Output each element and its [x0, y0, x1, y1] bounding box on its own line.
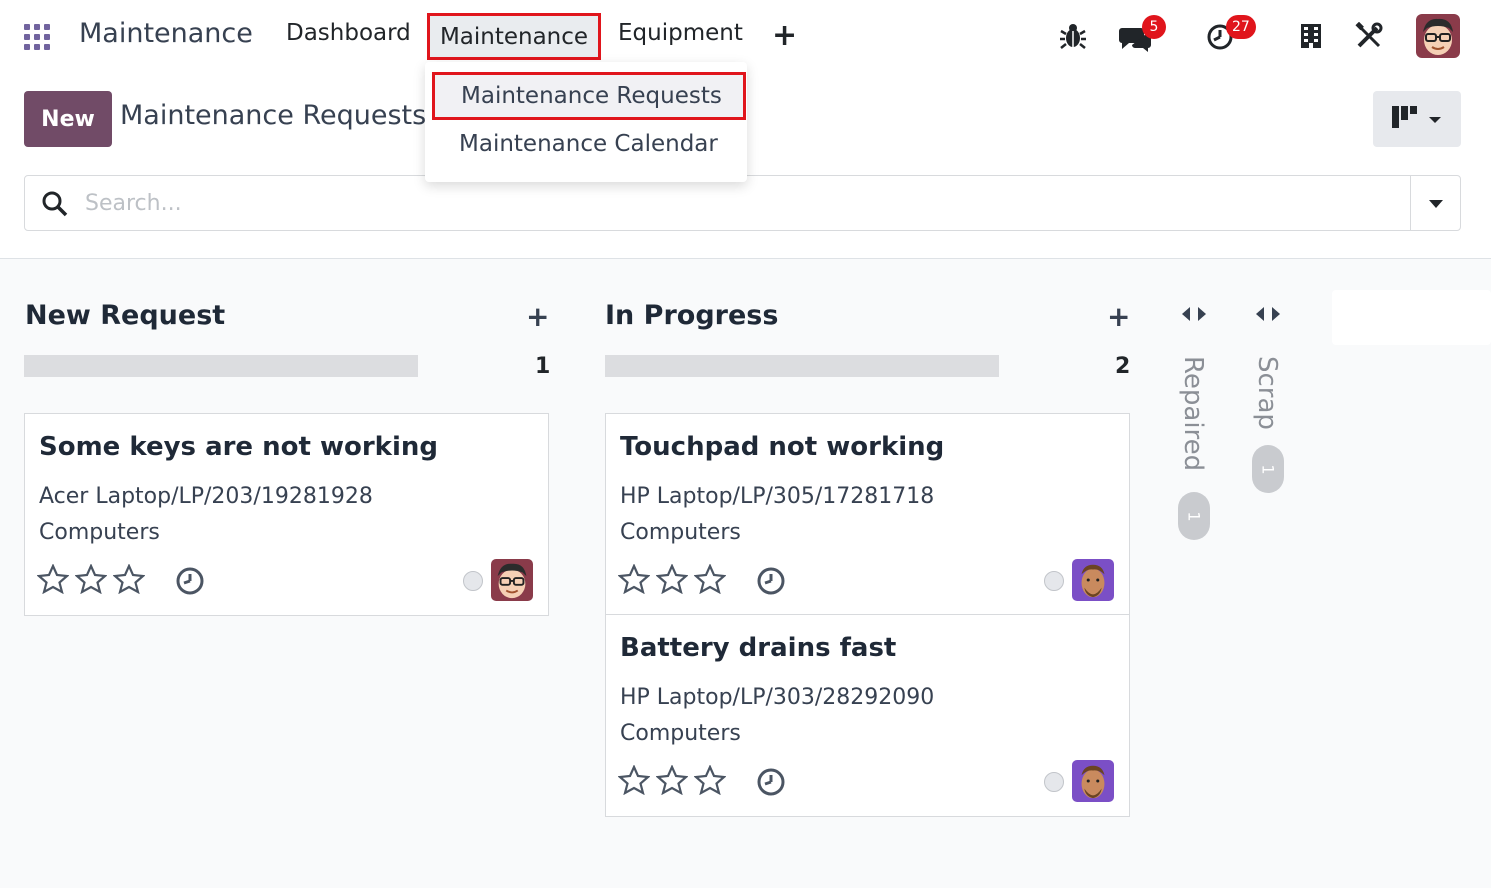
column-add-in-progress[interactable]: + [1107, 300, 1130, 333]
folded-column-count: 1 [1178, 492, 1210, 540]
assignee-avatar[interactable] [491, 559, 533, 601]
column-add-new-request[interactable]: + [526, 300, 549, 333]
activity-clock-icon[interactable] [756, 566, 786, 600]
activity-clock-icon[interactable] [756, 767, 786, 801]
column-progress-bar[interactable] [605, 355, 999, 377]
tools-icon[interactable] [1355, 21, 1383, 54]
card-category: Computers [39, 520, 160, 545]
card-title: Some keys are not working [39, 432, 439, 462]
kanban-view-switch[interactable] [1373, 91, 1461, 147]
card-title: Touchpad not working [620, 432, 945, 462]
status-indicator[interactable] [1044, 571, 1064, 591]
assignee-avatar[interactable] [1072, 760, 1114, 802]
dropdown-item-maintenance-calendar[interactable]: Maintenance Calendar [425, 120, 747, 168]
status-indicator[interactable] [1044, 772, 1064, 792]
apps-grid-icon[interactable] [24, 24, 50, 50]
top-navbar: Maintenance Dashboard Maintenance Equipm… [0, 0, 1491, 72]
app-brand[interactable]: Maintenance [79, 18, 253, 49]
user-avatar[interactable] [1416, 14, 1460, 58]
new-button[interactable]: New [24, 91, 112, 147]
column-title-in-progress[interactable]: In Progress [605, 300, 778, 331]
priority-stars [618, 765, 726, 795]
menu-dashboard[interactable]: Dashboard [286, 20, 411, 46]
column-count: 1 [535, 354, 551, 379]
maintenance-dropdown-menu: Maintenance Requests Maintenance Calenda… [425, 62, 747, 182]
priority-stars [618, 564, 726, 594]
kanban-card[interactable]: Touchpad not working HP Laptop/LP/305/17… [605, 413, 1130, 616]
search-icon [41, 190, 69, 222]
search-bar [24, 175, 1461, 231]
star-icon[interactable] [694, 564, 726, 594]
folded-column-count: 1 [1252, 445, 1284, 493]
dropdown-item-maintenance-requests[interactable]: Maintenance Requests [432, 72, 746, 120]
status-indicator[interactable] [463, 571, 483, 591]
column-progress-bar[interactable] [24, 355, 418, 377]
search-input[interactable] [85, 186, 1385, 220]
card-title: Battery drains fast [620, 633, 897, 663]
caret-down-icon [1428, 110, 1442, 129]
star-icon[interactable] [618, 765, 650, 795]
building-icon[interactable] [1300, 23, 1322, 53]
assignee-avatar[interactable] [1072, 559, 1114, 601]
page-title[interactable]: Maintenance Requests [120, 100, 426, 131]
kanban-icon [1392, 106, 1418, 132]
unfold-arrows-icon[interactable] [1252, 304, 1284, 329]
unfold-arrows-icon[interactable] [1178, 304, 1210, 329]
activity-clock-icon[interactable] [175, 566, 205, 600]
bug-icon[interactable] [1060, 22, 1086, 54]
card-category: Computers [620, 520, 741, 545]
star-icon[interactable] [656, 765, 688, 795]
add-column-area[interactable] [1332, 290, 1491, 345]
card-equipment: Acer Laptop/LP/203/19281928 [39, 484, 373, 509]
card-equipment: HP Laptop/LP/303/28292090 [620, 685, 935, 710]
priority-stars [37, 564, 145, 594]
star-icon[interactable] [694, 765, 726, 795]
star-icon[interactable] [75, 564, 107, 594]
menu-add-button[interactable]: + [772, 18, 797, 53]
column-title-new-request[interactable]: New Request [25, 300, 225, 331]
kanban-card[interactable]: Some keys are not working Acer Laptop/LP… [24, 413, 549, 616]
menu-maintenance[interactable]: Maintenance [427, 13, 601, 60]
folded-column-title: Scrap [1252, 356, 1282, 430]
messages-badge: 5 [1142, 15, 1166, 39]
card-equipment: HP Laptop/LP/305/17281718 [620, 484, 935, 509]
caret-down-icon [1428, 194, 1444, 213]
star-icon[interactable] [37, 564, 69, 594]
card-category: Computers [620, 721, 741, 746]
kanban-card[interactable]: Battery drains fast HP Laptop/LP/303/282… [605, 614, 1130, 817]
activities-badge: 27 [1226, 15, 1256, 39]
star-icon[interactable] [656, 564, 688, 594]
search-options-toggle[interactable] [1410, 176, 1460, 230]
menu-equipment[interactable]: Equipment [618, 20, 743, 46]
column-count: 2 [1115, 354, 1131, 379]
star-icon[interactable] [618, 564, 650, 594]
star-icon[interactable] [113, 564, 145, 594]
folded-column-title: Repaired [1178, 356, 1208, 472]
